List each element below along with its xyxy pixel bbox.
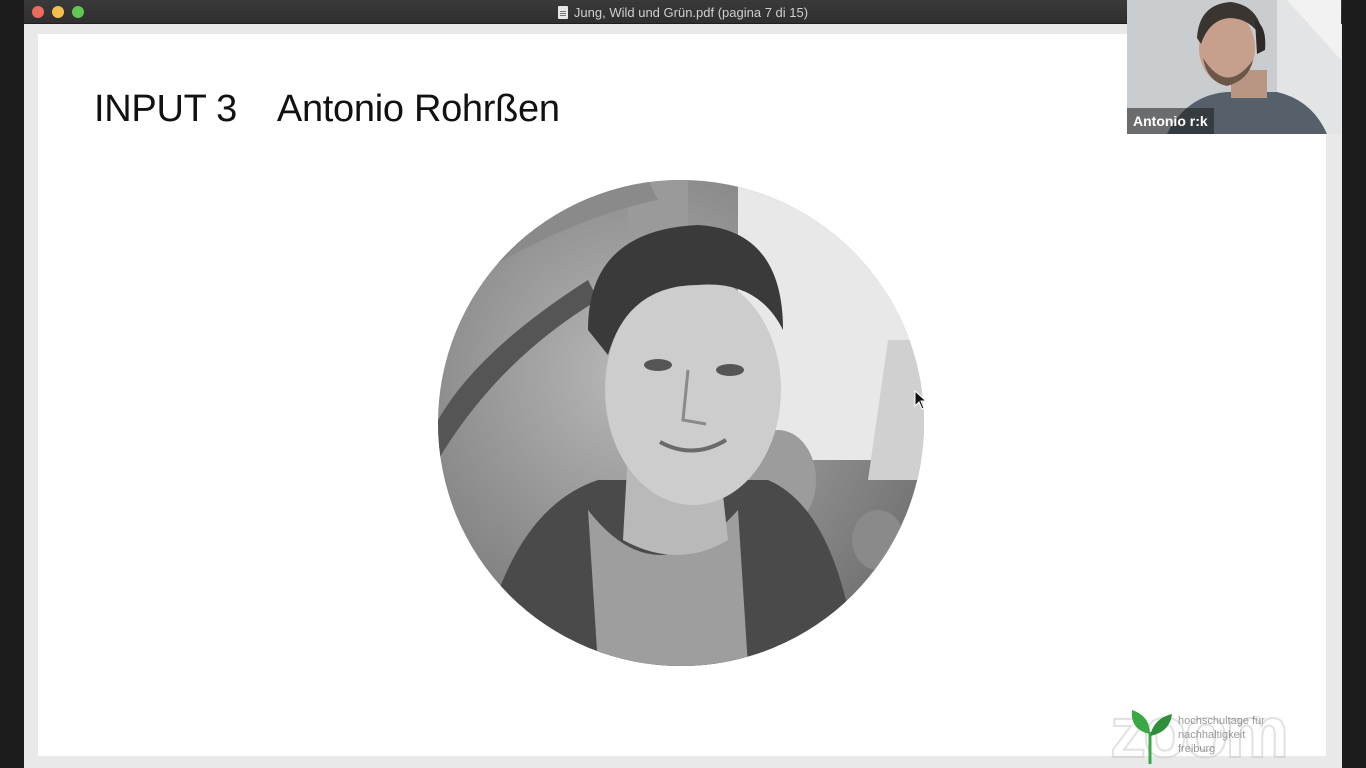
- speaker-portrait: [438, 180, 924, 666]
- slide-speaker-name: Antonio Rohrßen: [276, 88, 560, 130]
- logo-line-3: freiburg: [1178, 743, 1216, 755]
- screen: Jung, Wild und Grün.pdf (pagina 7 di 15)…: [0, 0, 1366, 768]
- speaker-portrait-image: [438, 180, 924, 666]
- pdf-document-icon: [557, 5, 568, 19]
- logo-line-2: nachhaltigkeit: [1178, 729, 1246, 741]
- logo-line-1: hochschultage für: [1178, 715, 1265, 727]
- organizer-logo: zoom hochschultage für nachhaltigkeit fr…: [1109, 692, 1330, 768]
- leaf-icon: [1131, 710, 1172, 764]
- participant-video-thumbnail[interactable]: Antonio r:k: [1127, 0, 1341, 134]
- logo-text: hochschultage für nachhaltigkeit freibur…: [1178, 714, 1265, 756]
- participant-name-label: Antonio r:k: [1127, 108, 1214, 134]
- mouse-pointer-icon: [914, 390, 928, 410]
- slide-heading: INPUT 3 Antonio Rohrßen: [94, 88, 560, 131]
- slide-input-label: INPUT 3: [94, 88, 237, 130]
- pdf-page: INPUT 3 Antonio Rohrßen zoom hochschulta…: [38, 34, 1326, 768]
- window-title: Jung, Wild und Grün.pdf (pagina 7 di 15): [573, 4, 809, 20]
